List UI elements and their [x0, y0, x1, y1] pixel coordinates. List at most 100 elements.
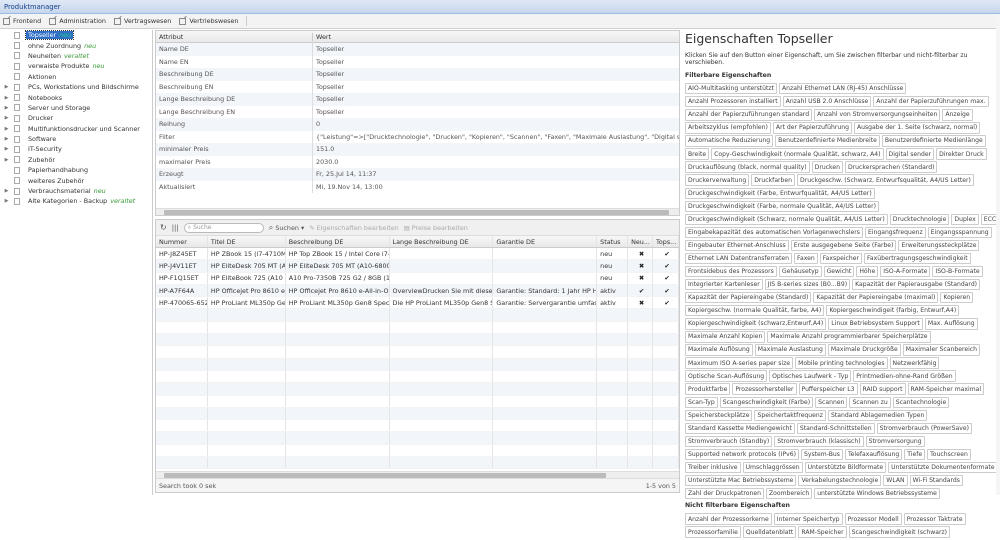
search-button[interactable]: ⌕ Suchen ▾ [269, 223, 304, 233]
property-tag-button[interactable]: Standard Kassette Mediengewicht [685, 422, 795, 434]
attribute-row[interactable]: Name EN Topseller [156, 55, 679, 68]
property-tag-button[interactable]: Maximale Druckgröße [827, 344, 901, 356]
property-tag-button[interactable]: Interner Speichertyp [773, 513, 843, 525]
tree-node[interactable]: ▶ Server und Storage [0, 103, 152, 113]
tree-node[interactable]: Neuheiten veraltet [0, 51, 152, 61]
column-header-wert[interactable]: Wert [313, 33, 331, 41]
property-tag-button[interactable]: Telefaxauflösung [844, 448, 903, 461]
tree-node[interactable]: ▶ Notebooks [0, 92, 152, 102]
property-tag-button[interactable]: Art der Papierzuführung [772, 122, 852, 134]
vertragswesen-button[interactable]: Vertragswesen [113, 17, 171, 25]
property-tag-button[interactable]: Printmedien-ohne-Rand Größen [853, 370, 956, 382]
property-tag-button[interactable]: Duplex [951, 213, 979, 225]
property-tag-button[interactable]: Direkter Druck [936, 148, 987, 160]
property-tag-button[interactable]: JIS B-series sizes (B0...B9) [764, 278, 851, 291]
property-tag-button[interactable]: Anzahl Prozessoren installiert [685, 96, 781, 108]
property-tag-button[interactable]: Benutzerdefinierte Medienlänge [881, 135, 986, 147]
property-tag-button[interactable]: Eingabekapazität des automatischen Vorla… [685, 226, 863, 239]
property-tag-button[interactable]: RAM-Speicher [798, 526, 847, 538]
property-tag-button[interactable]: Treiber inklusive [685, 461, 741, 474]
columns-icon[interactable]: ||| [172, 224, 179, 232]
property-tag-button[interactable]: Benutzerdefinierte Medienbreite [775, 135, 880, 147]
property-tag-button[interactable]: Ausgabe der 1. Seite (schwarz, normal) [853, 122, 981, 134]
expand-arrow-icon[interactable]: ▶ [2, 146, 11, 152]
property-tag-button[interactable]: AIO-Multitasking unterstützt [685, 83, 777, 95]
property-tag-button[interactable]: Arbeitszyklus (empfohlen) [685, 122, 771, 134]
expand-arrow-icon[interactable]: ▶ [2, 105, 11, 111]
property-tag-button[interactable]: Optische Scan-Auflösung [685, 370, 768, 382]
property-tag-button[interactable]: Anzahl Ethernet LAN (RJ-45) Anschlüsse [779, 83, 907, 95]
property-tag-button[interactable]: Supported network protocols (IPv6) [685, 448, 800, 461]
table-row[interactable]: HP-J4V11ET HP EliteDesk 705 MT (A... HP El… [156, 260, 679, 273]
property-tag-button[interactable]: Kapazität der Papiereingabe (Standard) [685, 292, 812, 304]
horizontal-scrollbar[interactable] [156, 208, 679, 215]
property-tag-button[interactable]: Prozessor Taktrate [903, 513, 966, 525]
expand-arrow-icon[interactable]: ▶ [2, 115, 11, 121]
property-tag-button[interactable]: RAM-Speicher maximal [907, 383, 985, 395]
property-tag-button[interactable]: Maximale Auslastung [754, 344, 826, 356]
property-tag-button[interactable]: Kopieren [940, 292, 974, 304]
property-tag-button[interactable]: Umschlaggrössen [742, 461, 803, 474]
property-tag-button[interactable]: Prozessorfamilie [685, 526, 741, 538]
column-header-sorted[interactable]: Nummer [156, 236, 208, 247]
property-tag-button[interactable]: Breite [685, 148, 710, 160]
property-tag-button[interactable]: Standard Ablagemedien Typen [827, 409, 928, 421]
attribute-row[interactable]: Lange Beschreibung DE Topseller [156, 93, 679, 106]
column-header[interactable]: Titel DE [208, 236, 286, 247]
property-tag-button[interactable]: System-Bus [801, 448, 843, 461]
column-header[interactable]: Tops... [653, 236, 679, 247]
tree-node[interactable]: ▶ Multifunktionsdrucker und Scanner [0, 124, 152, 134]
expand-arrow-icon[interactable]: ▶ [2, 198, 11, 204]
frontend-button[interactable]: Frontend [3, 17, 41, 25]
property-tag-button[interactable]: Faxübertragungsgeschwindigkeit [863, 252, 971, 265]
property-tag-button[interactable]: Digital sender [885, 148, 935, 160]
property-tag-button[interactable]: Maximale Anzahl programmierbarer Speiche… [767, 331, 931, 343]
property-tag-button[interactable]: Scantechnologie [892, 396, 950, 408]
property-tag-button[interactable]: Scannen zu [849, 396, 891, 408]
property-tag-button[interactable]: Stromversorgung [865, 435, 925, 448]
property-tag-button[interactable]: Druckerverwaltung [685, 174, 750, 186]
property-tag-button[interactable]: Stromverbrauch (PowerSave) [876, 422, 972, 434]
expand-arrow-icon[interactable]: ▶ [2, 84, 11, 90]
property-tag-button[interactable]: Prozessorhersteller [732, 383, 797, 395]
tree-node[interactable]: ▶ IT-Security [0, 144, 152, 154]
property-tag-button[interactable]: Druckauflösung (black, normal quality) [685, 161, 810, 173]
property-tag-button[interactable]: Druckgeschwindigkeit (Farbe, Entwurfqual… [685, 187, 875, 199]
property-tag-button[interactable]: Wi-Fi Standards [909, 474, 963, 487]
attribute-row[interactable]: Filter {"Leistung"=>["Drucktechnologie", … [156, 130, 679, 143]
property-tag-button[interactable]: Standard-Schnittstellen [796, 422, 875, 434]
page-scrollbar[interactable] [996, 14, 1000, 495]
property-tag-button[interactable]: Scannen [815, 396, 848, 408]
tree-node[interactable]: Topseller neu [0, 30, 152, 41]
tree-node[interactable]: ▶ Zubehör [0, 155, 152, 165]
column-header[interactable]: Neu... [628, 236, 654, 247]
property-tag-button[interactable]: Anzahl USB 2.0 Anschlüsse [782, 96, 872, 108]
property-tag-button[interactable]: Gehäusetyp [778, 265, 822, 278]
property-tag-button[interactable]: Unterstützte Bildformate [804, 461, 887, 474]
tree-node[interactable]: Aktionen [0, 72, 152, 82]
property-tag-button[interactable]: Zahl der Druckpatronen [685, 487, 764, 500]
column-header[interactable]: Lange Beschreibung DE [390, 236, 494, 247]
property-tag-button[interactable]: Kopiergeschw. (normale Qualität, farbe, … [685, 305, 825, 317]
edit-properties-button[interactable]: ✎ Eigenschaften bearbeiten [309, 224, 399, 232]
property-tag-button[interactable]: Maximale Auflösung [685, 344, 753, 356]
property-tag-button[interactable]: Speichersteckplätze [685, 409, 753, 421]
tree-node[interactable]: Papierhandhabung [0, 165, 152, 175]
vertriebswesen-button[interactable]: Vertriebswesen [179, 17, 238, 25]
attribute-row[interactable]: minimaler Preis 151.0 [156, 143, 679, 156]
property-tag-button[interactable]: Anzahl von Stromversorgungseinheiten [814, 109, 941, 121]
property-tag-button[interactable]: Höhe [856, 265, 879, 278]
property-tag-button[interactable]: Maximum ISO A-series paper size [685, 357, 794, 369]
property-tag-button[interactable]: Druckgeschwindigkeit (Schwarz, normale Q… [685, 213, 888, 225]
property-tag-button[interactable]: Stromverbrauch (klassisch) [774, 435, 864, 448]
property-tag-button[interactable]: Druckgeschwindigkeit (Farbe, normale Qua… [685, 200, 880, 212]
table-row[interactable]: HP-F1Q15ET HP EliteBook 725 (A10 ... A10 P… [156, 272, 679, 285]
search-input[interactable]: ⌕ Suche [183, 222, 264, 233]
property-tag-button[interactable]: ISO-B-Formate [932, 265, 983, 278]
property-tag-button[interactable]: Faxen [794, 252, 818, 265]
property-tag-button[interactable]: Max. Auflösung [924, 318, 978, 330]
property-tag-button[interactable]: ISO-A-Formate [880, 265, 931, 278]
property-tag-button[interactable]: Gewicht [823, 265, 855, 278]
tree-node[interactable]: ▶ Alte Kategorien - Backup veraltet [0, 196, 152, 206]
property-tag-button[interactable]: Tiefe [904, 448, 926, 461]
